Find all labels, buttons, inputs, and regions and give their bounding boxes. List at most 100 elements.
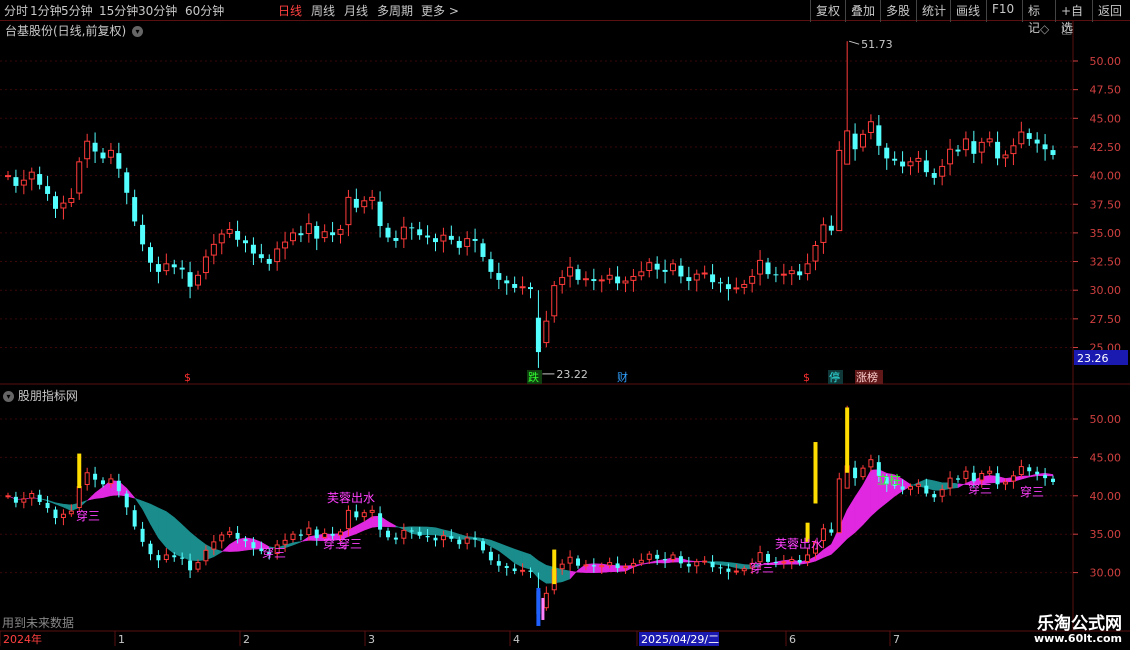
candle-body (354, 511, 359, 518)
candle-body (1042, 144, 1048, 150)
candle-body (409, 227, 415, 229)
candle-body (290, 232, 296, 242)
candle-body (203, 549, 209, 562)
candle-body (781, 561, 787, 564)
candle-body (353, 198, 359, 208)
candle-body (623, 565, 628, 569)
indicator-annotation: 芙蓉出水 (775, 537, 823, 551)
candle-body (797, 271, 803, 276)
ribbon-segment (934, 480, 943, 491)
candle-body (780, 273, 787, 276)
candle-body (496, 561, 501, 566)
ribbon-segment (522, 551, 531, 570)
candle-body (1002, 154, 1009, 159)
candle-body (726, 568, 731, 572)
candle-body (670, 554, 676, 561)
candle-body (543, 320, 550, 344)
candle-body (235, 532, 240, 539)
candle-body (733, 570, 739, 573)
candle-body (622, 280, 629, 284)
candle-body (1035, 471, 1040, 475)
candle-body (805, 554, 811, 562)
candle-body (812, 245, 819, 262)
candle-body (947, 477, 953, 489)
candle-body (337, 228, 344, 235)
candle-body (179, 267, 185, 270)
ribbon-segment (229, 539, 238, 552)
chevron-down-icon[interactable]: ▾ (3, 391, 14, 402)
candle-body (433, 238, 438, 243)
candle-body (646, 553, 652, 560)
candle-body (92, 142, 98, 152)
ribbon-segment (728, 562, 737, 569)
time-label: 6 (789, 633, 796, 646)
candle-body (528, 287, 533, 290)
candle-body (867, 121, 874, 133)
candle-body (457, 539, 462, 545)
candle-body (148, 247, 153, 263)
candle-body (202, 256, 209, 274)
diamond-icon[interactable]: ◇ (1040, 22, 1049, 36)
candle-body (386, 530, 390, 538)
chevron-down-icon[interactable]: ▾ (132, 26, 144, 37)
ribbon-segment (862, 470, 872, 526)
candle-body (670, 263, 676, 272)
candle-body (686, 277, 692, 282)
y-tick-label: 37.50 (1090, 198, 1122, 211)
indicator-annotation: 芙蓉出水 (327, 491, 375, 505)
candle-body (693, 273, 700, 281)
candle-body (591, 279, 597, 282)
main-panel-title: 台基股份(日线,前复权) ▾ (5, 22, 144, 39)
window-icon[interactable]: ◫ (1061, 22, 1072, 36)
candle-body (187, 272, 193, 287)
candle-body (330, 232, 336, 236)
candle-body (789, 559, 795, 563)
candle-body (663, 559, 668, 561)
candle-body (400, 226, 407, 240)
high-pointer (849, 40, 860, 45)
ribbon-segment (174, 516, 183, 558)
ribbon-segment (364, 516, 373, 531)
candle-body (860, 467, 866, 478)
candle-body (250, 244, 256, 254)
candle-body (638, 271, 645, 277)
candle-body (773, 274, 779, 276)
candle-body (480, 243, 486, 257)
candle-body (607, 562, 613, 566)
ribbon-segment (1021, 475, 1030, 480)
candle-body (749, 275, 756, 284)
candle-body (606, 274, 613, 280)
signal-stick (541, 597, 545, 620)
candle-body (932, 494, 937, 498)
candle-body (900, 486, 905, 490)
candle-body (504, 566, 509, 568)
candle-body (449, 536, 454, 539)
price-badge-label: 23.26 (1077, 352, 1109, 365)
candle-body (226, 228, 233, 234)
candle-body (979, 473, 985, 481)
signal-stick (552, 549, 557, 585)
candle-body (1018, 131, 1025, 145)
indicator-annotation: 穿三 (262, 545, 286, 560)
candle-body (655, 554, 660, 559)
signal-stick (845, 407, 850, 473)
candle-body (718, 567, 723, 569)
candle-body (488, 551, 493, 561)
watermark-url: www.60lt.com (1033, 632, 1122, 645)
candle-body (140, 528, 145, 542)
candle-body (100, 152, 106, 159)
candle-body (401, 529, 407, 539)
y-tick-label: 40.00 (1090, 490, 1122, 503)
candle-body (13, 177, 19, 186)
ribbon-segment (189, 531, 199, 562)
candle-body (615, 276, 621, 284)
candle-body (852, 133, 858, 150)
y-tick-label: 30.00 (1090, 284, 1122, 297)
ribbon-segment (142, 500, 151, 525)
candle-body (567, 556, 573, 564)
candle-body (148, 543, 153, 555)
y-tick-label: 50.00 (1090, 55, 1122, 68)
ribbon-segment (150, 503, 159, 539)
candle-body (820, 224, 827, 243)
candle-body (924, 485, 929, 494)
